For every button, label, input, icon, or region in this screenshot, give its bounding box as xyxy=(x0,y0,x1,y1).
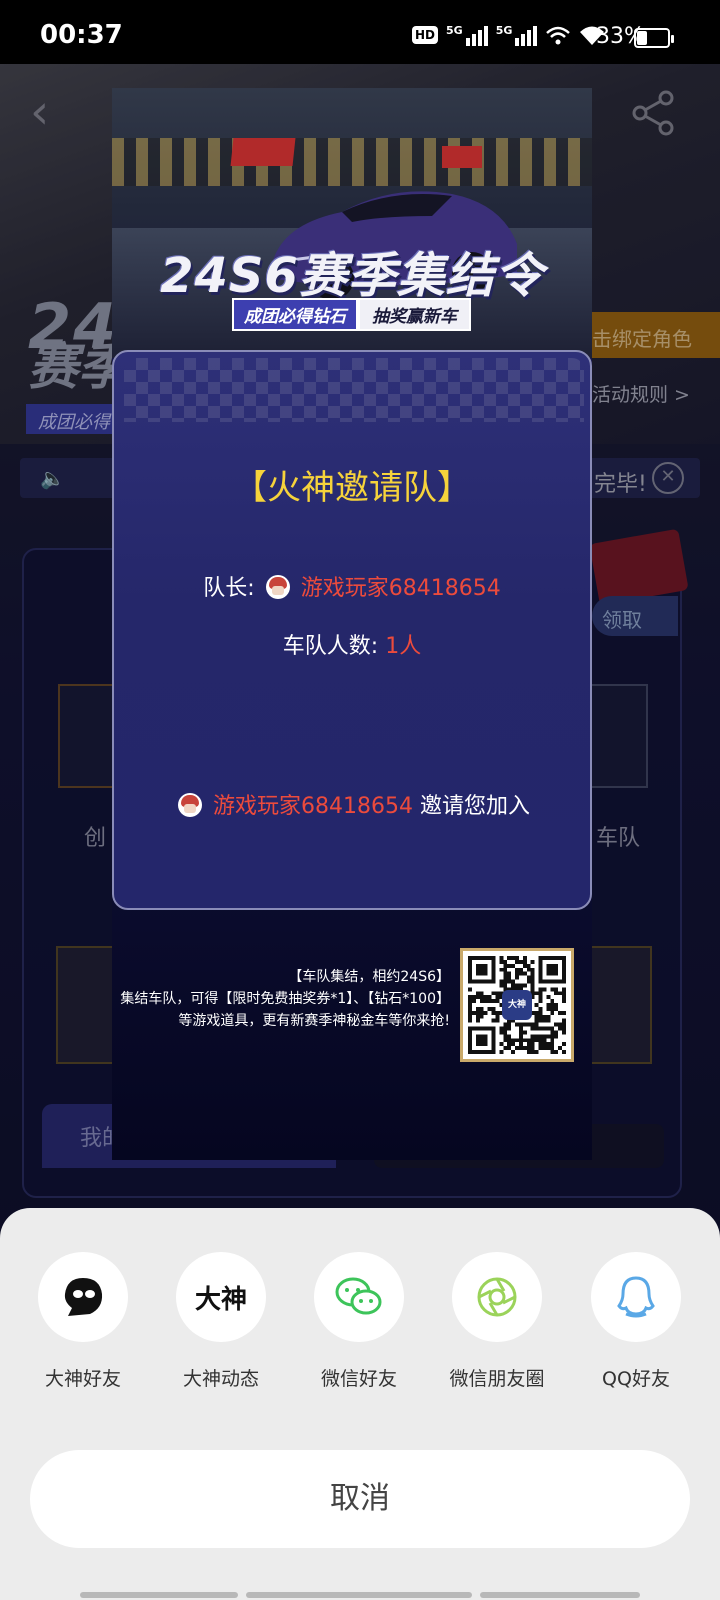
status-time: 00:37 xyxy=(40,20,123,50)
checker-pattern xyxy=(124,358,584,422)
gesture-bar-segment xyxy=(80,1592,238,1598)
cancel-button[interactable]: 取消 xyxy=(30,1450,690,1548)
inviter-avatar xyxy=(178,793,202,817)
qr-brand-logo: 大神 xyxy=(502,990,532,1020)
footer-title: 【车队集结，相约24S6】 xyxy=(288,969,450,985)
member-count-value: 1人 xyxy=(385,634,422,659)
sim2-network-label: 5G xyxy=(495,24,513,37)
member-count-row: 车队人数: 1人 xyxy=(114,628,590,660)
gesture-bar-segment xyxy=(480,1592,640,1598)
wechat-moments-icon xyxy=(452,1252,542,1342)
share-label: 大神好友 xyxy=(44,1368,121,1390)
invite-card: 【火神邀请队】 队长: 游戏玩家68418654 车队人数: 1人 游戏玩家68… xyxy=(112,350,592,910)
share-targets: 大神好友 大神 大神动态 微信好友 微信朋友圈 QQ好友 xyxy=(0,1252,720,1392)
battery-fill xyxy=(637,31,647,45)
dashen-friend-icon xyxy=(38,1252,128,1342)
share-target-dashen-friend[interactable]: 大神好友 xyxy=(13,1252,153,1391)
status-icons: HD 5G 5G xyxy=(412,24,605,46)
dashen-logo-text: 大神 xyxy=(194,1284,247,1315)
share-target-wechat-moments[interactable]: 微信朋友圈 xyxy=(427,1252,567,1391)
poster-footer: 【车队集结，相约24S6】 集结车队，可得【限时免费抽奖券*1】、【钻石*100… xyxy=(120,966,450,1032)
signal-icon-sim2: 5G xyxy=(496,24,538,46)
sim1-network-label: 5G xyxy=(446,24,463,37)
status-bar: 00:37 HD 5G 5G 33% xyxy=(0,0,720,64)
share-poster: 24S6赛季集结令 成团必得钻石 抽奖赢新车 【火神邀请队】 队长: 游戏玩家6… xyxy=(112,88,592,1160)
hd-icon: HD xyxy=(412,26,439,44)
battery-icon xyxy=(634,28,674,48)
footer-body: 集结车队，可得【限时免费抽奖券*1】、【钻石*100】等游戏道具，更有新赛季神秘… xyxy=(120,991,450,1029)
poster-hero-title: 24S6赛季集结令 xyxy=(160,248,544,304)
share-target-wechat-friend[interactable]: 微信好友 xyxy=(289,1252,429,1391)
poster-hero-subtitle: 成团必得钻石 抽奖赢新车 xyxy=(232,298,471,331)
dashen-logo-icon: 大神 xyxy=(176,1252,266,1342)
wechat-icon xyxy=(314,1252,404,1342)
share-label: 微信朋友圈 xyxy=(449,1368,545,1390)
invite-suffix: 邀请您加入 xyxy=(419,794,530,819)
team-name: 【火神邀请队】 xyxy=(233,468,471,508)
wifi-calling-icon xyxy=(546,26,571,45)
share-label: QQ好友 xyxy=(602,1368,670,1390)
leader-name: 游戏玩家68418654 xyxy=(300,576,501,601)
share-target-dashen-moments[interactable]: 大神 大神动态 xyxy=(151,1252,291,1391)
gesture-bar-segment xyxy=(246,1592,472,1598)
share-label: 大神动态 xyxy=(182,1368,259,1390)
inviter-name: 游戏玩家68418654 xyxy=(213,794,413,819)
signal-icon-sim1: 5G xyxy=(446,24,488,46)
leader-label: 队长: xyxy=(203,576,255,601)
leader-row: 队长: 游戏玩家68418654 xyxy=(114,570,590,602)
qr-code: 大神 xyxy=(460,948,574,1062)
share-target-qq-friend[interactable]: QQ好友 xyxy=(566,1252,706,1391)
leader-avatar xyxy=(265,575,290,599)
invite-row: 游戏玩家68418654 邀请您加入 xyxy=(114,788,590,820)
member-count-label: 车队人数: xyxy=(282,634,379,659)
hero-sub-left: 成团必得钻石 xyxy=(232,298,358,331)
share-sheet: 大神好友 大神 大神动态 微信好友 微信朋友圈 QQ好友 取消 xyxy=(0,1208,720,1600)
qq-icon xyxy=(591,1252,681,1342)
hero-sub-right: 抽奖赢新车 xyxy=(358,298,471,331)
share-label: 微信好友 xyxy=(320,1368,397,1390)
poster-hero: 24S6赛季集结令 成团必得钻石 抽奖赢新车 xyxy=(112,88,592,358)
